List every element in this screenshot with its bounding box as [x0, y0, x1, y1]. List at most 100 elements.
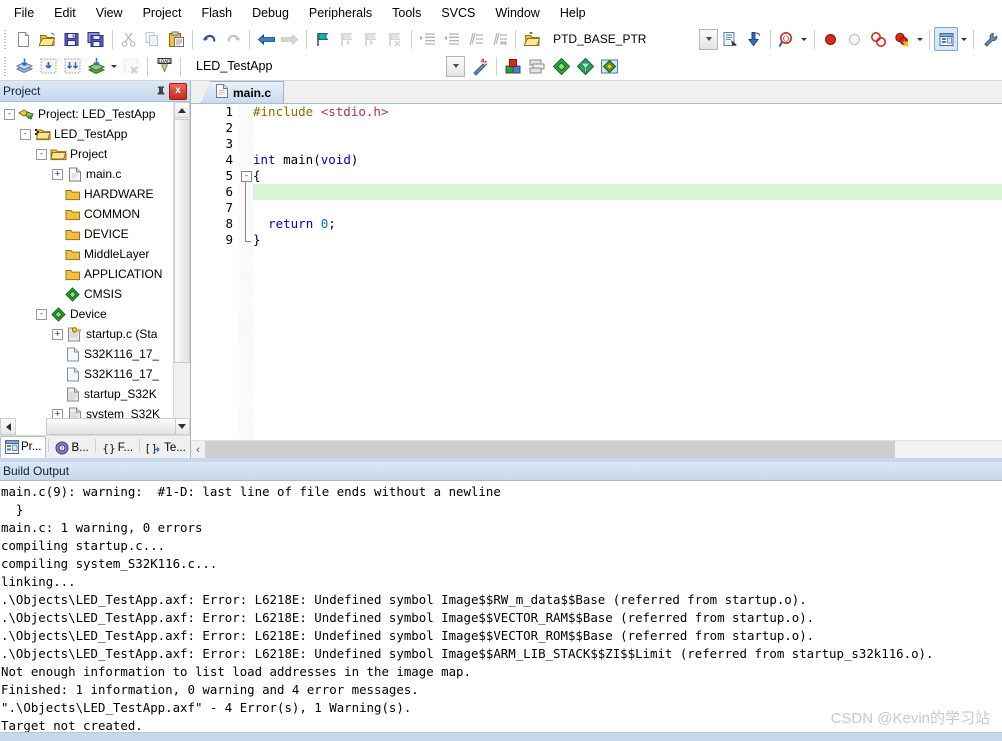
tab-functions[interactable]: {} F... — [98, 438, 137, 458]
code-line[interactable] — [253, 136, 1002, 152]
tree-item[interactable]: + startup.c (Sta — [0, 324, 174, 344]
manage-run-time-env-button[interactable] — [573, 54, 597, 78]
project-tree[interactable]: - Project: LED_TestApp - LED_TestApp - Projec… — [0, 102, 174, 418]
multi-project-button[interactable] — [525, 54, 549, 78]
scroll-left-button[interactable] — [0, 418, 16, 435]
navigate-back-button[interactable] — [254, 27, 278, 51]
cut-button[interactable] — [117, 27, 141, 51]
target-options-wizard-button[interactable] — [468, 54, 492, 78]
indent-right-button[interactable] — [416, 27, 440, 51]
target-chevron-down-icon[interactable] — [446, 55, 465, 77]
next-bookmark-button[interactable] — [359, 27, 383, 51]
menu-item-file[interactable]: File — [4, 3, 44, 23]
tab-templates[interactable]: [] Te... — [142, 438, 190, 458]
code-line[interactable] — [253, 200, 1002, 216]
tree-item[interactable]: startup_S32K — [0, 384, 174, 404]
code-line[interactable]: } — [253, 232, 1002, 248]
goto-definition-button[interactable] — [718, 27, 742, 51]
kill-all-breakpoints-button[interactable] — [890, 27, 914, 51]
symbol-combo[interactable]: PTD_BASE_PTR — [547, 28, 719, 50]
select-software-packs-button[interactable] — [597, 54, 621, 78]
editor-tab-main-c[interactable]: main.c — [201, 81, 285, 103]
rebuild-all-button[interactable] — [60, 54, 84, 78]
tree-item[interactable]: + main.c — [0, 164, 174, 184]
copy-button[interactable] — [141, 27, 165, 51]
code-line[interactable]: int main(void) — [253, 152, 1002, 168]
paste-button[interactable] — [164, 27, 188, 51]
comment-lines-button[interactable] — [463, 27, 487, 51]
pin-icon[interactable] — [153, 83, 169, 99]
find-dropdown-caret-icon[interactable] — [799, 28, 810, 50]
scroll-left-icon[interactable]: ‹ — [191, 441, 205, 458]
scroll-down-button[interactable] — [174, 418, 190, 435]
manage-windows-button[interactable] — [934, 27, 959, 51]
build-toolbar-grip[interactable] — [3, 56, 10, 76]
editor-hscroll-thumb[interactable] — [205, 441, 895, 458]
menu-item-window[interactable]: Window — [485, 3, 549, 23]
code-line[interactable] — [253, 184, 1002, 200]
tab-project[interactable]: Pr... — [0, 436, 47, 458]
collapse-toggle-icon[interactable]: - — [36, 308, 47, 320]
code-area[interactable]: 123456789 - #include <stdio.h> int main(… — [191, 104, 1002, 440]
menu-item-edit[interactable]: Edit — [44, 3, 86, 23]
editor-hscrollbar[interactable]: ‹ — [191, 440, 1002, 458]
stop-build-button[interactable] — [119, 54, 143, 78]
menu-item-view[interactable]: View — [86, 3, 133, 23]
menu-item-flash[interactable]: Flash — [191, 3, 242, 23]
close-panel-button[interactable]: x — [169, 82, 187, 100]
tree-item[interactable]: CMSIS — [0, 284, 174, 304]
tree-item[interactable]: + system_S32K — [0, 404, 174, 418]
disable-breakpoint-button[interactable] — [843, 27, 867, 51]
fold-collapse-icon[interactable]: - — [241, 171, 252, 182]
collapse-toggle-icon[interactable]: - — [20, 128, 31, 140]
indent-left-button[interactable] — [439, 27, 463, 51]
menu-item-svcs[interactable]: SVCS — [431, 3, 485, 23]
tree-item[interactable]: - LED_TestApp — [0, 124, 174, 144]
manage-project-items-button[interactable] — [501, 54, 525, 78]
build-output-body[interactable]: main.c(9): warning: #1-D: last line of f… — [0, 481, 1002, 732]
tree-item[interactable]: HARDWARE — [0, 184, 174, 204]
pack-installer-button[interactable] — [549, 54, 573, 78]
menu-item-tools[interactable]: Tools — [382, 3, 431, 23]
code-line[interactable]: #include <stdio.h> — [253, 104, 1002, 120]
tab-books[interactable]: ? B... — [51, 438, 92, 458]
menu-item-project[interactable]: Project — [133, 3, 192, 23]
fold-margin[interactable]: - — [239, 104, 253, 440]
editor-hscroll-track[interactable] — [205, 441, 1002, 458]
collapse-toggle-icon[interactable]: - — [4, 108, 15, 120]
redo-button[interactable] — [221, 27, 245, 51]
menu-item-debug[interactable]: Debug — [242, 3, 299, 23]
expand-toggle-icon[interactable]: + — [52, 328, 63, 340]
new-file-button[interactable] — [12, 27, 36, 51]
clear-bookmarks-button[interactable] — [383, 27, 407, 51]
project-tree-vscrollbar[interactable] — [173, 102, 190, 418]
expand-toggle-icon[interactable]: + — [52, 408, 63, 418]
save-all-button[interactable] — [84, 27, 108, 51]
open-file-button[interactable] — [36, 27, 60, 51]
scroll-up-button[interactable] — [174, 102, 190, 118]
batch-build-caret-icon[interactable] — [108, 55, 119, 77]
download-button[interactable]: LOAD — [152, 54, 176, 78]
undo-button[interactable] — [197, 27, 221, 51]
target-combo-button-wrap[interactable] — [446, 55, 465, 77]
menu-item-peripherals[interactable]: Peripherals — [299, 3, 382, 23]
tree-item[interactable]: COMMON — [0, 204, 174, 224]
browse-symbol-button[interactable] — [520, 27, 544, 51]
tree-item[interactable]: S32K116_17_ — [0, 364, 174, 384]
windows-dropdown-caret-icon[interactable] — [958, 28, 969, 50]
toggle-bookmark-button[interactable] — [311, 27, 335, 51]
insert-breakpoint-button[interactable] — [819, 27, 843, 51]
tree-item[interactable]: - Project — [0, 144, 174, 164]
scroll-thumb[interactable] — [174, 119, 190, 363]
tree-item[interactable]: DEVICE — [0, 224, 174, 244]
breakpoints-dropdown-caret-icon[interactable] — [914, 28, 925, 50]
project-tree-hscrollbar[interactable] — [0, 418, 190, 435]
code-text[interactable]: #include <stdio.h> int main(void){ retur… — [253, 104, 1002, 440]
start-debug-button[interactable] — [742, 27, 766, 51]
disable-all-breakpoints-button[interactable] — [867, 27, 891, 51]
build-file-button[interactable] — [36, 54, 60, 78]
chevron-down-icon[interactable] — [699, 28, 719, 50]
code-line[interactable]: { — [253, 168, 1002, 184]
hscroll-track[interactable] — [16, 418, 176, 435]
tree-item[interactable]: - Device — [0, 304, 174, 324]
